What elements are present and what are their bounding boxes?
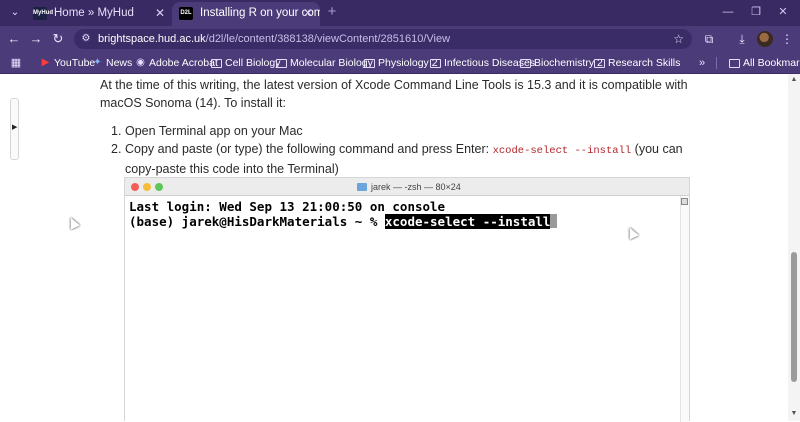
bookmark-star-icon[interactable]: ☆ — [673, 29, 684, 49]
bookmark-youtube[interactable]: ▶ YouTube — [40, 52, 96, 74]
terminal-cursor — [550, 214, 558, 228]
install-command-code: xcode-select --install — [492, 145, 632, 157]
terminal-command: xcode-select --install — [384, 214, 551, 229]
url-text: brightspace.hud.ac.uk/d2l/le/content/388… — [98, 29, 450, 49]
bookmarks-divider — [716, 57, 717, 69]
step-text: Open Terminal app on your Mac — [125, 124, 303, 138]
tab-strip: ⌄ MyHud Home » MyHud ✕ D2L Installing R … — [0, 0, 800, 26]
terminal-screenshot: jarek — -zsh — 80×24 Last login: Wed Sep… — [124, 177, 690, 422]
step-number: 1. — [111, 124, 122, 138]
close-window-icon[interactable]: ✕ — [773, 3, 793, 21]
site-info-icon[interactable]: ⚙ — [80, 33, 92, 45]
tab-myhud[interactable]: MyHud Home » MyHud ✕ — [26, 2, 172, 26]
new-tab-icon[interactable]: + — [324, 4, 340, 20]
terminal-title-text: jarek — -zsh — 80×24 — [371, 182, 461, 192]
folder-icon — [520, 59, 531, 68]
terminal-title-bar: jarek — -zsh — 80×24 — [125, 178, 689, 196]
bookmark-adobe-acrobat[interactable]: ◉ Adobe Acrobat — [135, 52, 218, 74]
bookmark-physiology-2[interactable]: Physiology 2 — [364, 52, 438, 74]
close-dot-icon — [131, 183, 139, 191]
step-text-before: Copy and paste (or type) the following c… — [125, 142, 493, 156]
scrollbar-thumb[interactable] — [791, 252, 797, 382]
extensions-icon[interactable]: ⧉ — [700, 30, 718, 48]
bookmark-label: Biochemistry 2 — [534, 57, 603, 69]
bookmark-label: All Bookmarks — [743, 57, 800, 69]
folder-icon — [729, 59, 740, 68]
back-icon[interactable]: ← — [5, 30, 23, 48]
bookmarks-bar: ▦ ▶ YouTube ✦ News ◉ Adobe Acrobat Cell … — [0, 52, 800, 74]
forward-icon[interactable]: → — [27, 30, 45, 48]
page-scrollbar[interactable]: ▲ ▼ — [788, 74, 800, 421]
address-bar[interactable]: ⚙ brightspace.hud.ac.uk/d2l/le/content/3… — [74, 29, 692, 49]
folder-icon — [357, 183, 367, 191]
tab-title: Home » MyHud — [54, 7, 134, 19]
list-item: 1. Open Terminal app on your Mac — [111, 122, 691, 140]
bookmark-label: Molecular Biology — [290, 57, 373, 69]
url-path: /d2l/le/content/388138/viewContent/28516… — [205, 33, 451, 45]
bookmark-label: News — [106, 57, 133, 69]
scroll-down-icon[interactable]: ▼ — [790, 410, 798, 417]
bookmark-biochemistry-2[interactable]: Biochemistry 2 — [520, 52, 603, 74]
folder-icon — [276, 59, 287, 68]
browser-toolbar: ← → ↻ ⚙ brightspace.hud.ac.uk/d2l/le/con… — [0, 26, 800, 52]
folder-icon — [211, 59, 222, 68]
bookmark-label: YouTube — [54, 57, 96, 69]
minimize-dot-icon — [143, 183, 151, 191]
minimize-icon[interactable]: — — [718, 3, 738, 21]
menu-icon[interactable]: ⋮ — [778, 30, 796, 48]
bookmark-news[interactable]: ✦ News — [92, 52, 132, 74]
close-tab-icon[interactable]: ✕ — [154, 2, 166, 24]
intro-paragraph: At the time of this writing, the latest … — [100, 78, 688, 110]
mouse-pointer-icon — [66, 215, 80, 230]
terminal-last-login: Last login: Wed Sep 13 21:00:50 on conso… — [129, 199, 446, 214]
terminal-output: Last login: Wed Sep 13 21:00:50 on conso… — [129, 199, 558, 229]
apps-grid-icon[interactable]: ▦ — [9, 56, 23, 70]
url-host: brightspace.hud.ac.uk — [98, 33, 206, 45]
folder-icon — [594, 59, 605, 68]
bookmark-label: Physiology 2 — [378, 57, 438, 69]
terminal-scrollbar — [680, 196, 689, 422]
profile-avatar[interactable] — [757, 31, 773, 47]
steps-list: 1. Open Terminal app on your Mac 2. Copy… — [111, 122, 691, 178]
page-content: ▶ At the time of this writing, the lates… — [0, 74, 800, 422]
terminal-prompt: (base) jarek@HisDarkMaterials ~ % — [129, 214, 385, 229]
scroll-up-icon[interactable]: ▲ — [790, 76, 798, 83]
all-bookmarks[interactable]: All Bookmarks — [729, 52, 800, 74]
terminal-title: jarek — -zsh — 80×24 — [357, 178, 461, 196]
tab-search-icon[interactable]: ⌄ — [6, 5, 24, 21]
folder-icon — [430, 59, 441, 68]
step-number: 2. — [111, 142, 122, 156]
folder-icon — [364, 59, 375, 68]
reload-icon[interactable]: ↻ — [49, 30, 67, 48]
tab-installing-r[interactable]: D2L Installing R on your computer ✕ — [172, 2, 320, 26]
news-icon: ✦ — [93, 57, 102, 68]
sidebar-toggle[interactable]: ▶ — [10, 98, 19, 160]
bookmark-molecular-biology[interactable]: Molecular Biology — [276, 52, 373, 74]
bookmark-label: Adobe Acrobat — [149, 57, 218, 69]
more-bookmarks-icon[interactable]: » — [699, 52, 705, 74]
d2l-favicon-icon: D2L — [179, 7, 193, 20]
restore-icon[interactable]: ❐ — [746, 3, 766, 21]
list-item: 2. Copy and paste (or type) the followin… — [111, 140, 691, 178]
bookmark-cell-biology[interactable]: Cell Biology — [211, 52, 280, 74]
bookmark-label: Cell Biology — [225, 57, 281, 69]
bookmark-research-skills[interactable]: Research Skills — [594, 52, 680, 74]
myhud-favicon-icon: MyHud — [33, 7, 53, 20]
expand-arrow-icon: ▶ — [12, 124, 18, 131]
youtube-icon: ▶ — [41, 57, 50, 68]
bookmark-label: Research Skills — [608, 57, 681, 69]
download-icon[interactable]: ⤓ — [733, 30, 751, 48]
close-tab-icon[interactable]: ✕ — [302, 2, 314, 24]
globe-icon: ◉ — [136, 57, 145, 68]
terminal-scroll-button — [681, 198, 688, 205]
zoom-dot-icon — [155, 183, 163, 191]
